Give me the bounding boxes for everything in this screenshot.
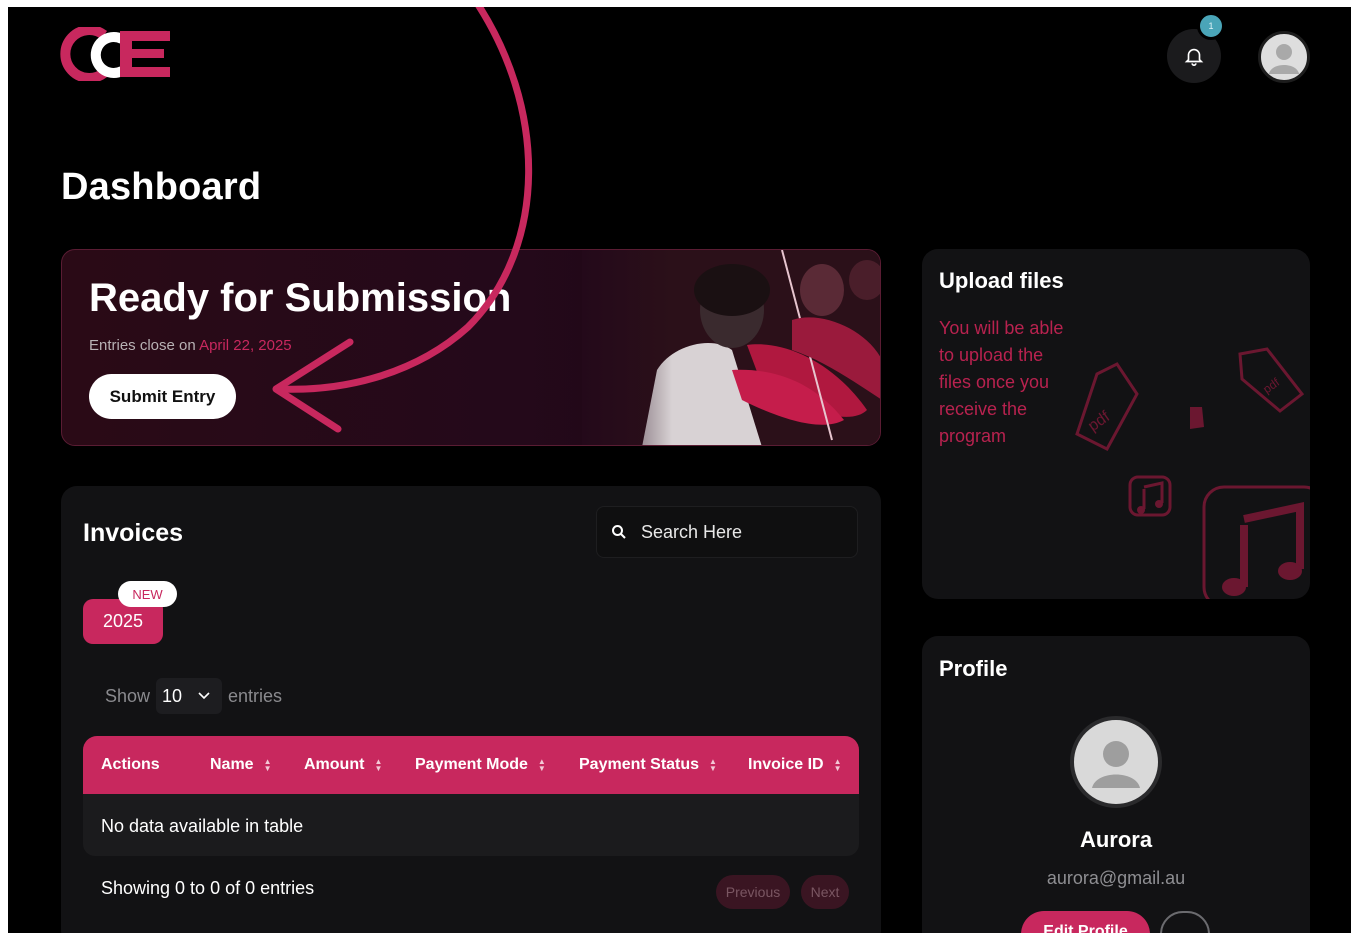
svg-text:pdf: pdf [1260,375,1282,396]
svg-text:pdf: pdf [1085,408,1113,435]
column-payment-status[interactable]: Payment Status ▲ ▼ [579,736,717,794]
user-icon [1269,44,1299,74]
invoice-table-body: No data available in table [83,794,859,856]
search-input[interactable] [641,521,831,543]
column-amount[interactable]: Amount ▲ ▼ [304,736,382,794]
notification-count-badge: 1 [1197,12,1225,40]
empty-table-message: No data available in table [101,816,304,836]
page-size-control: Show 10 entries [105,678,282,714]
profile-name: Aurora [1079,827,1153,852]
table-info: Showing 0 to 0 of 0 entries [101,878,315,898]
profile-card: Profile Aurora aurora@gmail.au Edit Prof… [922,636,1310,933]
entries-close-label: Entries close on [89,337,196,354]
profile-avatar [1070,716,1162,808]
invoice-table-header: Actions Name ▲ ▼ Amount ▲ ▼ Payment Mode ▲ ▼ P… [83,736,859,794]
sort-icon: ▲ ▼ [833,757,842,773]
profile-title: Profile [939,656,1008,681]
sort-icon: ▲ ▼ [263,757,272,773]
page-title: Dashboard [61,166,262,208]
page-size-value: 10 [162,685,183,706]
chevron-down-icon [198,692,210,700]
page-size-select[interactable]: 10 [156,678,223,714]
new-badge: NEW [118,581,177,607]
previous-page-button[interactable]: Previous [716,875,790,909]
edit-profile-button[interactable]: Edit Profile [1021,911,1150,933]
profile-email: aurora@gmail.au [1046,868,1186,888]
upload-message: You will be able to upload the files onc… [939,318,1064,446]
column-invoice-id[interactable]: Invoice ID ▲ ▼ [748,736,842,794]
close-date: April 22, 2025 [199,337,292,354]
upload-files-card: pdf pdf Upload files You will be able to… [922,249,1310,599]
invoices-title: Invoices [83,519,184,547]
entries-label: entries [228,685,283,706]
bell-icon [1184,48,1204,66]
column-actions: Actions [101,756,160,773]
user-icon [1092,741,1140,788]
banner-title: Ready for Submission [89,276,512,320]
invoices-card: Invoices 2025 NEW Show 10 entries Action… [61,486,881,933]
gce-logo[interactable] [60,27,172,81]
sort-icon: ▲ ▼ [374,757,383,773]
invoice-search[interactable] [596,506,858,558]
column-payment-mode[interactable]: Payment Mode ▲ ▼ [415,736,546,794]
user-avatar-button[interactable] [1258,31,1310,83]
app-window: 1 Dashboard Ready for Submission Entries… [8,7,1351,933]
sort-icon: ▲ ▼ [709,757,717,773]
next-page-button[interactable]: Next [801,875,849,909]
column-name[interactable]: Name ▲ ▼ [210,736,272,794]
submission-banner: Ready for Submission Entries close on Ap… [61,249,881,446]
submit-entry-button[interactable]: Submit Entry [89,374,236,419]
banner-subtitle: Entries close on April 22, 2025 [89,337,292,354]
sort-icon: ▲ ▼ [537,757,546,773]
violinists-photo [582,250,880,445]
search-icon [612,525,626,539]
profile-secondary-button[interactable] [1160,911,1210,933]
upload-title: Upload files [939,268,1064,293]
show-label: Show [105,685,151,706]
